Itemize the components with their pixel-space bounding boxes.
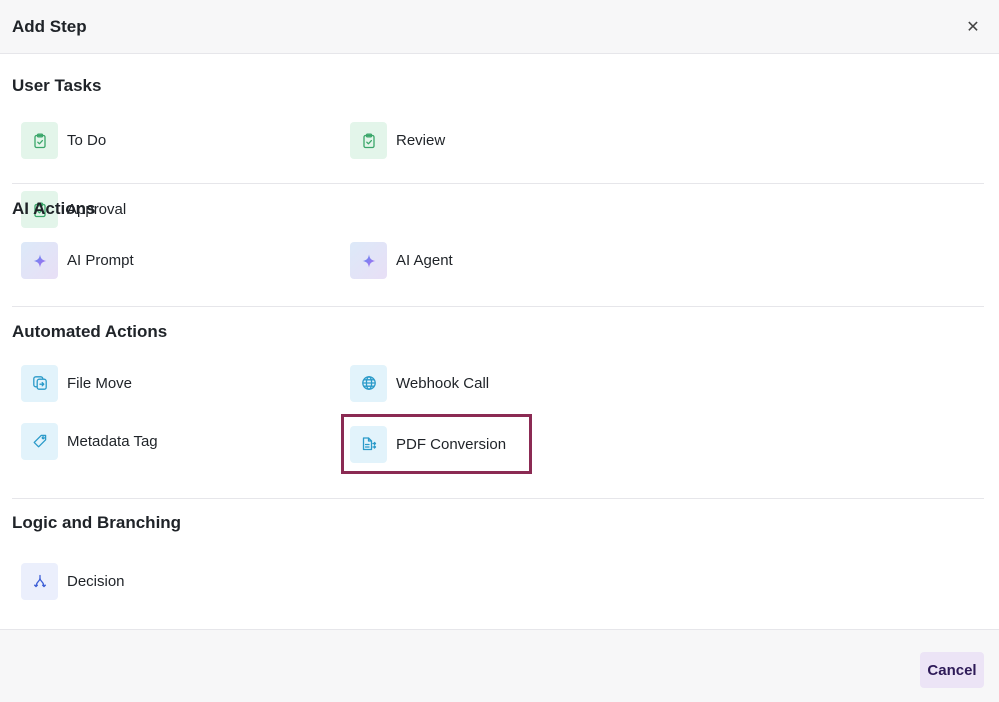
file-move-icon [21,364,58,402]
step-option-decision[interactable]: Decision [12,552,341,610]
step-option-pdf-conversion[interactable]: PDF Conversion [341,414,532,474]
clipboard-check-icon [21,122,58,159]
step-option-label: PDF Conversion [396,435,507,453]
close-button[interactable]: ✕ [961,15,985,39]
step-option-file-move[interactable]: File Move [12,354,341,412]
globe-icon [350,364,387,402]
step-option-webhook-call[interactable]: Webhook Call [341,354,670,412]
step-option-label: Review [396,132,446,149]
step-option-label: AI Prompt [67,252,134,269]
step-option-label: Webhook Call [396,374,490,392]
sparkle-icon [350,242,387,279]
close-icon: ✕ [966,17,980,36]
step-option-ai-agent[interactable]: AI Agent [341,232,670,289]
dialog-footer: Cancel [0,629,999,702]
section-title: User Tasks [12,76,102,95]
section-items: Decision [12,552,984,610]
step-option-label: Metadata Tag [67,432,158,450]
step-option-label: File Move [67,374,133,392]
step-option-label: AI Agent [396,252,453,269]
section-items: File Move Webhook Call Metadata Tag PDF … [12,354,984,474]
step-option-label: To Do [67,132,107,149]
step-option-review[interactable]: Review [341,106,670,175]
section-items: AI Prompt AI Agent [12,232,984,289]
dialog-header: Add Step ✕ [0,0,999,54]
step-option-metadata-tag[interactable]: Metadata Tag [12,412,341,470]
branch-icon [21,562,58,600]
step-option-to-do[interactable]: To Do [12,106,341,175]
add-step-dialog: Add Step ✕ User Tasks To Do Review Appro… [0,0,999,702]
clipboard-check-icon [350,122,387,159]
step-option-ai-prompt[interactable]: AI Prompt [12,232,341,289]
tag-icon [21,422,58,460]
section-user-tasks: User Tasks To Do Review Approval [12,54,984,228]
sparkle-icon [21,242,58,279]
dialog-body: User Tasks To Do Review Approval AI Acti… [0,54,999,629]
section-title: Logic and Branching [12,513,182,532]
cancel-button[interactable]: Cancel [920,652,984,688]
section-automated-actions: Automated Actions File Move Webhook Call [12,307,984,499]
dialog-title: Add Step [12,16,87,36]
step-option-label: Decision [67,572,125,590]
section-title: Automated Actions [12,322,168,341]
section-logic-branching: Logic and Branching Decision [12,499,984,629]
pdf-convert-icon [350,425,387,463]
